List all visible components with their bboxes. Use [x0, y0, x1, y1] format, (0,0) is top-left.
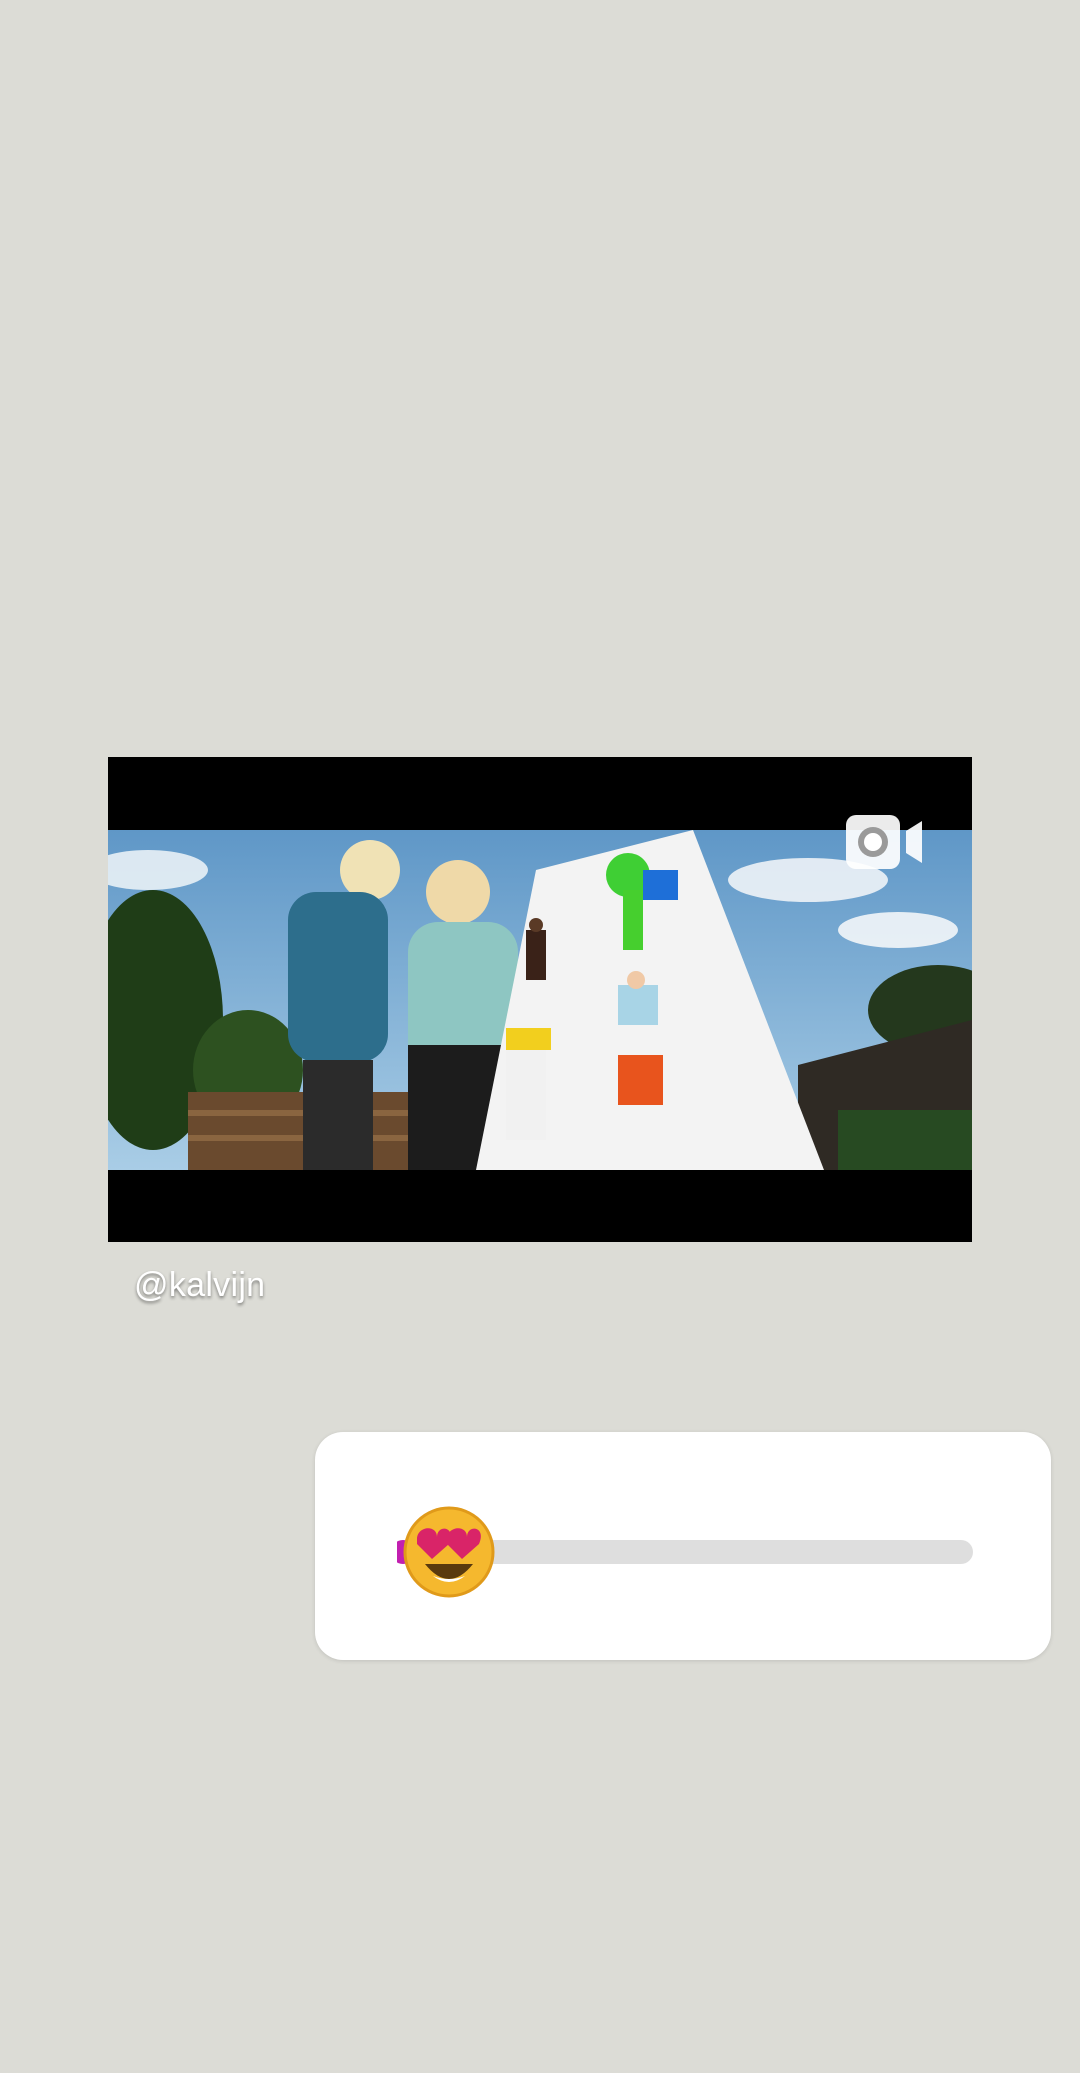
user-mention[interactable]: @kalvijn [134, 1266, 265, 1305]
video-camera-icon [844, 813, 924, 871]
heart-eyes-emoji-icon[interactable] [397, 1504, 497, 1600]
story-video[interactable] [108, 757, 972, 1242]
video-thumbnail [108, 830, 972, 1170]
emoji-slider-card [315, 1432, 1051, 1660]
